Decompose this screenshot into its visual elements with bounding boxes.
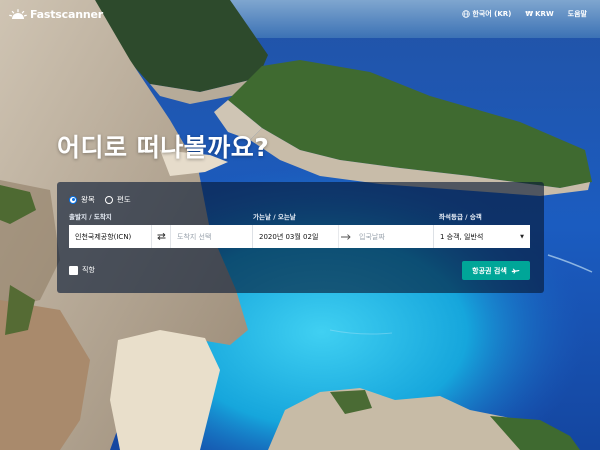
origin-field[interactable]: 인천국제공항(ICN)	[69, 225, 151, 248]
swap-arrows-icon	[156, 233, 165, 240]
trip-type-group: 왕복 편도	[69, 194, 131, 205]
destination-field[interactable]: 도착지 선택	[171, 225, 253, 248]
destination-placeholder: 도착지 선택	[177, 232, 212, 241]
return-date-placeholder: 입국날짜	[359, 232, 385, 241]
trip-type-roundtrip[interactable]: 왕복	[69, 194, 95, 205]
top-nav: 한국어 (KR) ₩ KRW 도움말	[462, 9, 587, 19]
top-bar: Fastscanner 한국어 (KR) ₩ KRW 도움말	[0, 0, 600, 28]
return-date-field[interactable]: 입국날짜	[353, 225, 434, 248]
route-label: 출발지 / 도착지	[69, 213, 112, 221]
airplane-icon	[511, 268, 520, 274]
cabin-passenger-select[interactable]: 1 승객, 일반석 ▼	[434, 225, 530, 248]
depart-date-field[interactable]: 2020년 03월 02일	[253, 225, 339, 248]
language-selector[interactable]: 한국어 (KR)	[462, 9, 511, 19]
checkbox-box[interactable]	[69, 265, 78, 275]
help-label: 도움말	[567, 10, 587, 18]
dates-label: 가는날 / 오는날	[253, 213, 296, 221]
caret-down-icon: ▼	[520, 233, 524, 240]
radio-unchecked-icon	[104, 195, 113, 204]
won-icon: ₩	[525, 10, 534, 18]
brand-name: Fastscanner	[30, 7, 103, 21]
trip-type-oneway[interactable]: 편도	[104, 194, 131, 205]
language-label: 한국어 (KR)	[472, 10, 512, 18]
search-flights-button[interactable]: 항공권 검색	[462, 261, 530, 280]
trip-type-oneway-label: 편도	[116, 195, 131, 204]
help-link[interactable]: 도움말	[568, 9, 587, 19]
globe-icon	[462, 10, 471, 18]
cabin-passenger-value: 1 승객, 일반석	[440, 232, 484, 241]
direct-flight-checkbox[interactable]: 직항	[69, 265, 95, 275]
currency-selector[interactable]: ₩ KRW	[525, 10, 553, 18]
radio-checked-icon	[69, 195, 77, 204]
brand-logo[interactable]: Fastscanner	[9, 8, 103, 21]
direct-flight-label: 직항	[82, 266, 95, 274]
currency-label: KRW	[535, 10, 554, 18]
search-fields: 인천국제공항(ICN) 도착지 선택 2020년 03월 02일 입국날짜 1 …	[69, 225, 530, 248]
depart-date-value: 2020년 03월 02일	[259, 232, 319, 241]
page-title: 어디로 떠나볼까요?	[57, 133, 270, 162]
cabin-label: 좌석등급 / 승객	[439, 213, 482, 221]
sunrise-logo-icon	[9, 8, 27, 19]
origin-value: 인천국제공항(ICN)	[75, 232, 132, 241]
swap-button[interactable]	[151, 225, 171, 248]
trip-type-roundtrip-label: 왕복	[81, 195, 95, 204]
date-range-arrow-icon	[339, 225, 353, 248]
search-flights-label: 항공권 검색	[472, 266, 507, 275]
